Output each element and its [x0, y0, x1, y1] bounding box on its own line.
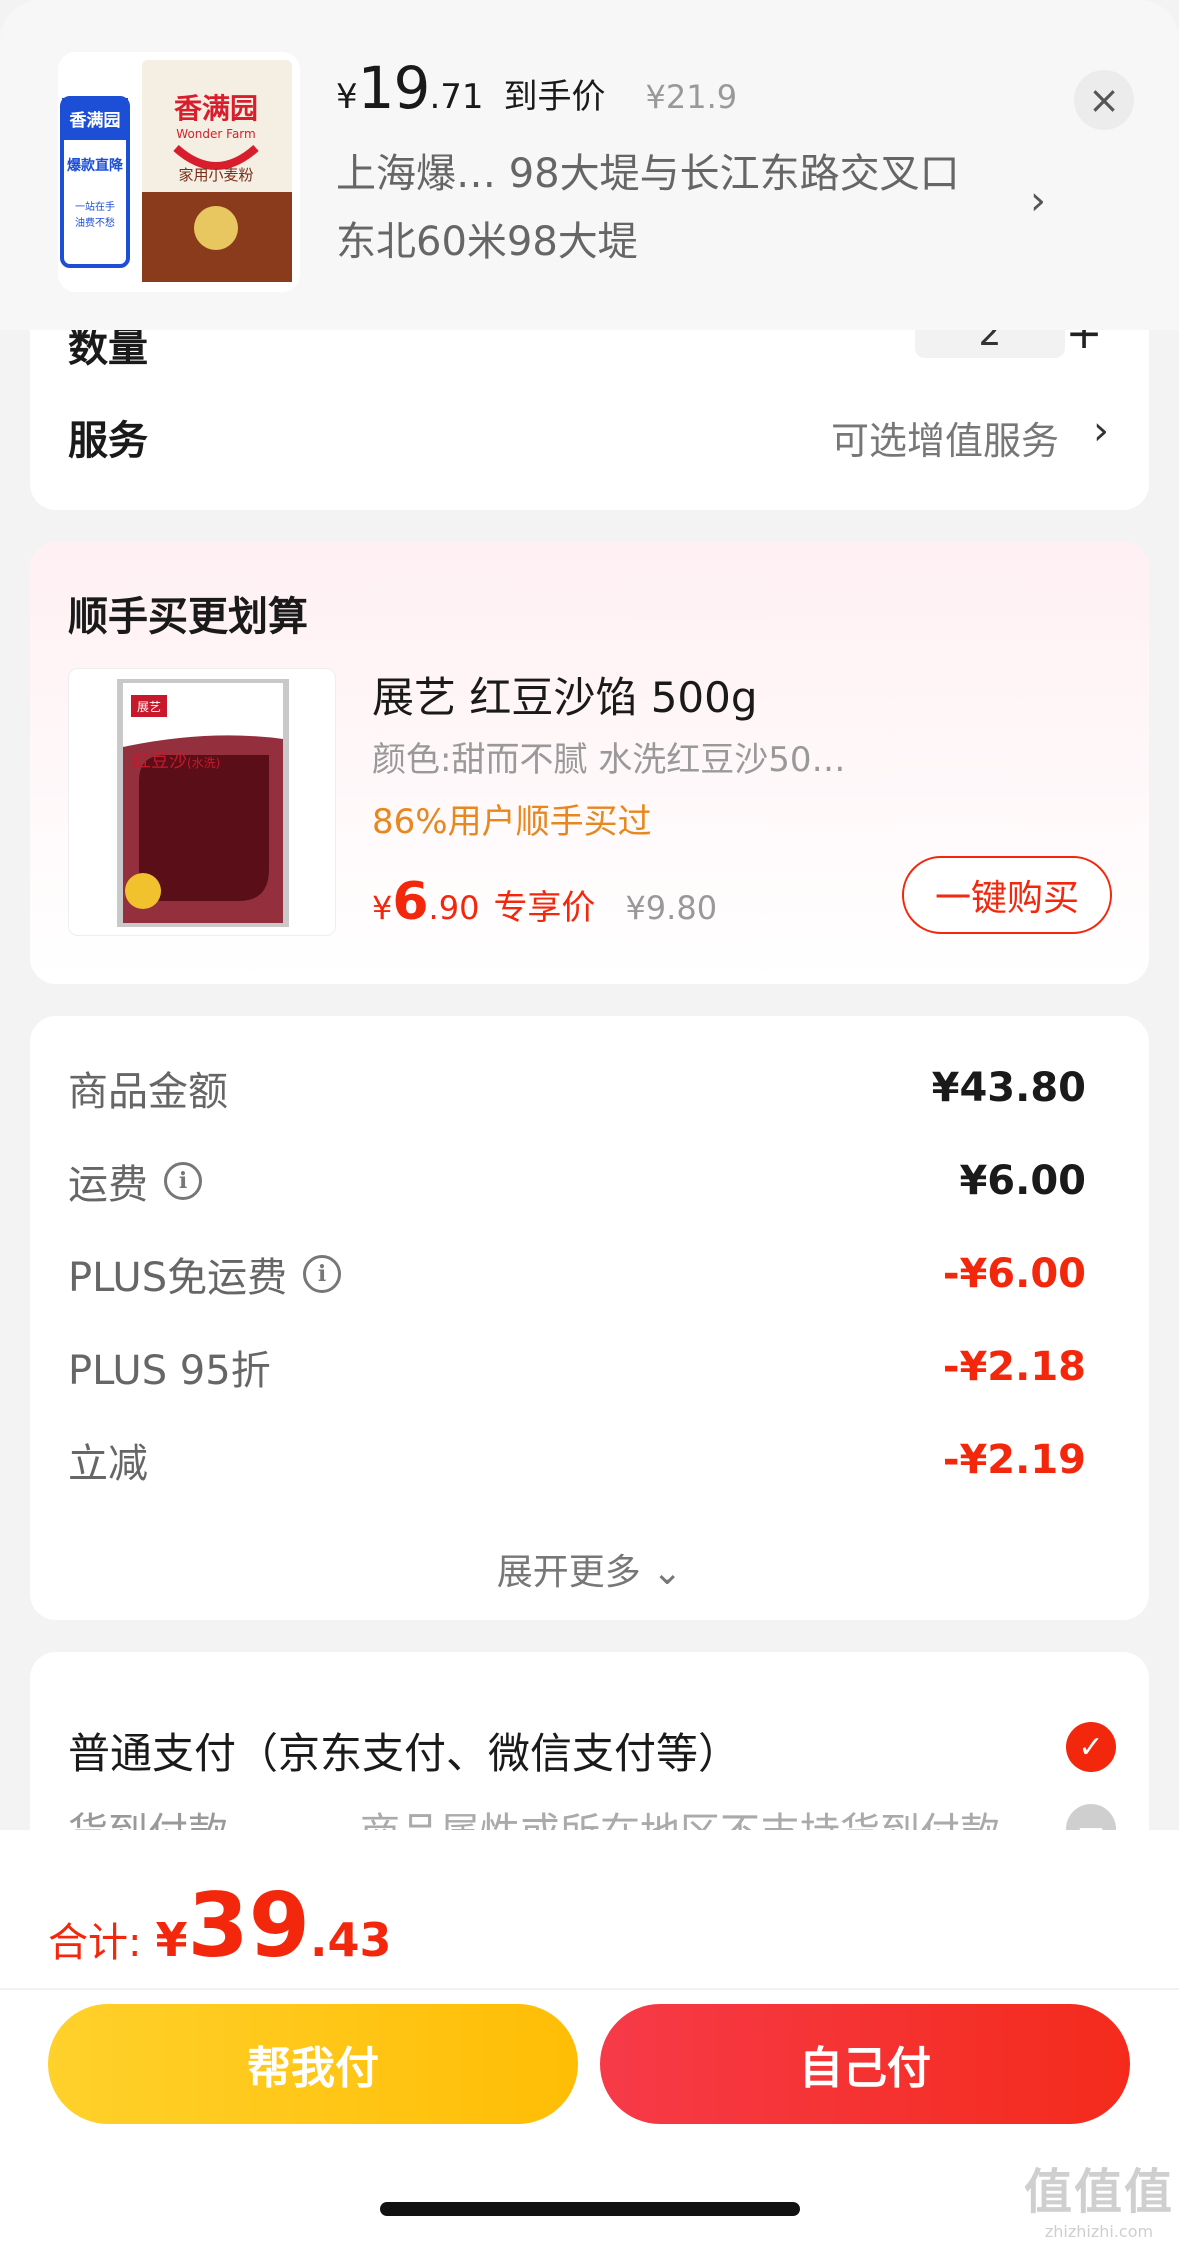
- summary-row-value: -¥2.19: [942, 1437, 1086, 1483]
- svg-text:家用小麦粉: 家用小麦粉: [178, 166, 253, 184]
- expand-more-button[interactable]: 展开更多 ⌄: [30, 1543, 1149, 1595]
- addon-product-image[interactable]: 展艺 红豆沙 (水洗): [68, 668, 336, 936]
- summary-row-label-text: 立减: [68, 1441, 148, 1487]
- service-value[interactable]: 可选增值服务: [831, 410, 1059, 465]
- summary-row-label: 商品金额: [68, 1059, 228, 1117]
- svg-text:(水洗): (水洗): [187, 756, 220, 770]
- svg-text:香满园: 香满园: [174, 92, 258, 125]
- addon-card: 顺手买更划算 展艺 红豆沙 (水洗) 展艺 红豆沙馅 500g 颜色:甜而不腻 …: [30, 542, 1149, 984]
- header-price: ¥ 19 .71 到手价 ¥21.9: [336, 54, 737, 122]
- addon-price-tag: 专享价: [493, 888, 596, 928]
- chevron-right-icon[interactable]: ›: [1030, 178, 1046, 224]
- summary-row-label-text: PLUS免运费: [68, 1255, 288, 1301]
- order-total: 合计: ¥ 39 .43: [48, 1874, 391, 1977]
- summary-row-label-text: PLUS 95折: [68, 1348, 271, 1394]
- addon-price: ¥ 6 .90 专享价 ¥9.80: [372, 872, 717, 932]
- summary-row-label: 立减: [68, 1431, 148, 1489]
- addon-price-decimal: .90: [428, 889, 480, 927]
- summary-row: 立减 -¥2.19: [68, 1430, 1086, 1490]
- header-price-tag: 到手价: [503, 77, 606, 117]
- svg-text:Wonder Farm: Wonder Farm: [176, 127, 255, 141]
- one-click-buy-button[interactable]: 一键购买: [902, 856, 1112, 934]
- summary-row: 商品金额 ¥43.80: [68, 1058, 1086, 1118]
- svg-text:爆款直降: 爆款直降: [67, 157, 124, 174]
- summary-row-value: ¥6.00: [959, 1158, 1086, 1204]
- summary-row: PLUS免运费 i -¥6.00: [68, 1244, 1086, 1304]
- delivery-address[interactable]: 上海爆… 98大堤与长江东路交叉口 东北60米98大堤: [336, 140, 1036, 276]
- summary-row-label-text: 运费: [68, 1162, 148, 1208]
- addon-purchase-rate: 86%用户顺手买过: [372, 802, 652, 842]
- addon-price-integer: 6: [392, 872, 429, 932]
- svg-text:一站在手: 一站在手: [75, 200, 115, 213]
- summary-row-label: PLUS免运费 i: [68, 1245, 342, 1303]
- svg-text:展艺: 展艺: [137, 700, 161, 714]
- address-line-2: 东北60米98大堤: [336, 219, 638, 265]
- red-bean-paste-package-icon: 展艺 红豆沙 (水洗): [117, 679, 289, 927]
- service-label: 服务: [68, 418, 148, 464]
- product-thumbnail[interactable]: 香满园 爆款直降 一站在手 油费不愁 香满园 Wonder Farm 家用小麦粉: [58, 52, 300, 292]
- header-original-price: ¥21.9: [645, 78, 738, 116]
- checked-icon[interactable]: ✓: [1066, 1722, 1116, 1772]
- close-button[interactable]: ×: [1074, 70, 1134, 130]
- watermark: 值值值 zhizhizhi.com: [1024, 2152, 1174, 2241]
- divider: [0, 1988, 1179, 1990]
- info-icon[interactable]: i: [164, 1162, 202, 1200]
- help-me-pay-button[interactable]: 帮我付: [48, 2004, 578, 2124]
- checkout-bar: 合计: ¥ 39 .43 帮我付 自己付 值值值 zhizhizhi.com: [0, 1830, 1179, 2243]
- total-currency: ¥: [155, 1913, 188, 1967]
- summary-row: 运费 i ¥6.00: [68, 1151, 1086, 1211]
- summary-row-value: -¥2.18: [942, 1344, 1086, 1390]
- normal-payment-option[interactable]: 普通支付（京东支付、微信支付等）: [68, 1720, 740, 1781]
- watermark-logo: 值值值: [1024, 2164, 1175, 2220]
- addon-product-spec: 颜色:甜而不腻 水洗红豆沙50…: [372, 740, 846, 780]
- flour-package-icon: 香满园 爆款直降 一站在手 油费不愁 香满园 Wonder Farm 家用小麦粉: [58, 52, 300, 292]
- header-price-decimal: .71: [429, 77, 484, 117]
- header-price-integer: 19: [357, 54, 431, 122]
- chevron-right-icon[interactable]: ›: [1093, 408, 1109, 454]
- summary-row-label-text: 商品金额: [68, 1069, 228, 1115]
- watermark-url: zhizhizhi.com: [1044, 2222, 1154, 2241]
- summary-row-label: PLUS 95折: [68, 1338, 271, 1396]
- addon-product-name[interactable]: 展艺 红豆沙馅 500g: [372, 664, 758, 725]
- price-summary-card: 商品金额 ¥43.80 运费 i ¥6.00 PLUS免运费 i -¥6.00 PLUS 95折…: [30, 1016, 1149, 1620]
- close-icon: ×: [1088, 78, 1120, 122]
- summary-row-value: ¥43.80: [931, 1065, 1086, 1111]
- addon-title: 顺手买更划算: [68, 594, 308, 640]
- summary-row: PLUS 95折 -¥2.18: [68, 1337, 1086, 1397]
- total-integer: 39: [187, 1874, 310, 1977]
- summary-row-value: -¥6.00: [942, 1251, 1086, 1297]
- address-line-1: 上海爆… 98大堤与长江东路交叉口: [336, 151, 960, 197]
- product-header: 香满园 爆款直降 一站在手 油费不愁 香满园 Wonder Farm 家用小麦粉…: [0, 0, 1179, 330]
- summary-row-label: 运费 i: [68, 1152, 202, 1210]
- addon-price-currency: ¥: [372, 889, 393, 927]
- home-indicator[interactable]: [380, 2202, 800, 2216]
- info-icon[interactable]: i: [303, 1255, 342, 1293]
- total-decimal: .43: [309, 1913, 392, 1967]
- addon-original-price: ¥9.80: [625, 889, 718, 927]
- total-label: 合计:: [48, 1920, 142, 1966]
- pay-myself-button[interactable]: 自己付: [600, 2004, 1130, 2124]
- svg-text:油费不愁: 油费不愁: [75, 216, 115, 229]
- svg-text:红豆沙: 红豆沙: [133, 751, 187, 772]
- svg-text:香满园: 香满园: [70, 110, 121, 131]
- header-price-currency: ¥: [336, 77, 358, 117]
